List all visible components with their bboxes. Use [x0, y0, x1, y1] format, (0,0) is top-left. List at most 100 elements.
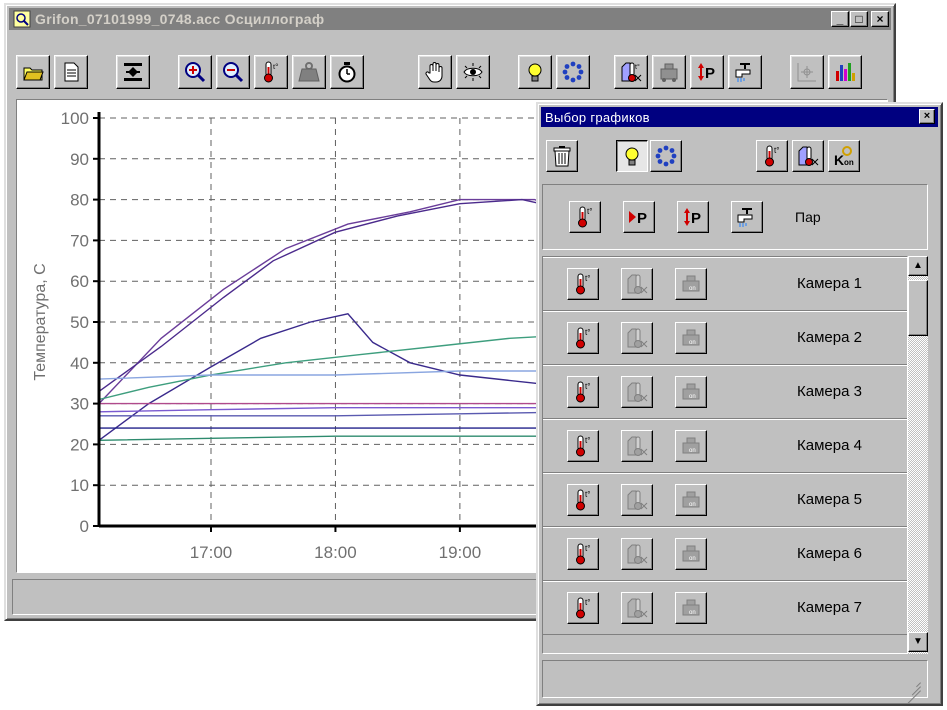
steam-valve-button[interactable]	[731, 201, 763, 233]
scroll-up-button[interactable]: ▲	[908, 256, 928, 276]
chamber-temp-disabled-button[interactable]	[621, 484, 653, 516]
chamber-temp-disabled-button[interactable]	[621, 268, 653, 300]
chamber-row-label: Камера 1	[797, 275, 862, 292]
zoom-in-button[interactable]	[178, 55, 212, 89]
svg-text:on: on	[689, 556, 696, 562]
steam-device-button[interactable]	[652, 55, 686, 89]
thermometer-icon: t°	[576, 489, 590, 511]
svg-text:on: on	[689, 610, 696, 616]
chamber-device-disabled-button[interactable]: on	[675, 268, 707, 300]
highlight-button[interactable]	[518, 55, 552, 89]
steam-device-icon: on	[682, 491, 700, 508]
crosshair-button[interactable]	[790, 55, 824, 89]
chamber-temperature-button[interactable]: t°	[567, 268, 599, 300]
temperature-button[interactable]: t°	[254, 55, 288, 89]
eye-icon	[463, 63, 483, 81]
chooser-highlight-button[interactable]	[616, 140, 648, 172]
steam-pressure-button[interactable]: P	[677, 201, 709, 233]
chamber-temp-button[interactable]: t°	[614, 55, 648, 89]
pressure-arrows-icon: P	[684, 208, 701, 227]
chamber-row-label: Камера 7	[797, 599, 862, 616]
scroll-thumb[interactable]	[908, 280, 928, 336]
svg-text:t°: t°	[585, 598, 590, 607]
chamber-temp-icon	[627, 274, 648, 294]
chamber-row[interactable]: t° on Камера 6	[543, 527, 907, 581]
thermometer-icon: t°	[576, 381, 590, 403]
open-button[interactable]	[16, 55, 50, 89]
cycle-button[interactable]	[556, 55, 590, 89]
chamber-row-label: Камера 6	[797, 545, 862, 562]
chamber-row[interactable]: t° on Камера 3	[543, 365, 907, 419]
chamber-row-label: Камера 3	[797, 383, 862, 400]
main-title-bar[interactable]: Grifon_07101999_0748.acc Осциллограф _ □…	[9, 8, 891, 30]
resize-grip-icon[interactable]	[907, 677, 921, 704]
chooser-title-text: Выбор графиков	[545, 110, 650, 125]
delete-button[interactable]	[546, 140, 578, 172]
pan-button[interactable]	[418, 55, 452, 89]
svg-text:on: on	[689, 502, 696, 508]
chamber-device-disabled-button[interactable]: on	[675, 592, 707, 624]
chooser-top-bar: t° Kon	[542, 132, 928, 180]
y-tick-label: 0	[80, 517, 89, 536]
zoom-out-icon	[223, 62, 244, 83]
chamber-device-disabled-button[interactable]: on	[675, 430, 707, 462]
chamber-device-disabled-button[interactable]: on	[675, 484, 707, 516]
app-oscillograph-icon	[13, 10, 31, 28]
chamber-device-disabled-button[interactable]: on	[675, 322, 707, 354]
chamber-temperature-button[interactable]: t°	[567, 430, 599, 462]
document-button[interactable]	[54, 55, 88, 89]
maximize-button[interactable]: □	[850, 11, 868, 27]
chamber-temperature-button[interactable]: t°	[567, 484, 599, 516]
y-tick-label: 100	[61, 109, 89, 128]
chamber-row[interactable]: t° on Камера 7	[543, 581, 907, 635]
valve-button[interactable]	[728, 55, 762, 89]
chamber-temperature-button[interactable]: t°	[567, 376, 599, 408]
thermometer-icon: t°	[576, 543, 590, 565]
chamber-temp-disabled-button[interactable]	[621, 592, 653, 624]
zoom-in-icon	[185, 62, 206, 83]
chamber-temperature-button[interactable]: t°	[567, 322, 599, 354]
chamber-temp-disabled-button[interactable]	[621, 322, 653, 354]
chamber-device-disabled-button[interactable]: on	[675, 538, 707, 570]
y-tick-label: 50	[70, 313, 89, 332]
fit-vertical-button[interactable]	[116, 55, 150, 89]
y-tick-label: 60	[70, 272, 89, 291]
minimize-button[interactable]: _	[831, 11, 849, 27]
bar-chart-icon	[836, 63, 855, 81]
chamber-row[interactable]: t° on Камера 4	[543, 419, 907, 473]
stopwatch-button[interactable]	[330, 55, 364, 89]
chamber-row[interactable]: t° on Камера 5	[543, 473, 907, 527]
chamber-temp-disabled-button[interactable]	[621, 376, 653, 408]
bulb-icon	[625, 147, 639, 166]
zoom-out-button[interactable]	[216, 55, 250, 89]
pressure-button[interactable]: P	[690, 55, 724, 89]
hand-icon	[425, 62, 443, 83]
chamber-temp-disabled-button[interactable]	[621, 430, 653, 462]
close-button[interactable]: ×	[871, 11, 889, 27]
bar-chart-button[interactable]	[828, 55, 862, 89]
chamber-device-disabled-button[interactable]: on	[675, 376, 707, 408]
chamber-temp-icon	[627, 382, 648, 402]
chamber-temp-icon	[627, 598, 648, 618]
steam-device-icon: on	[682, 275, 700, 292]
chamber-row[interactable]: t° on Камера 1	[543, 257, 907, 311]
chooser-kon-button[interactable]: Kon	[828, 140, 860, 172]
chooser-cycle-button[interactable]	[650, 140, 682, 172]
steam-temperature-button[interactable]: t°	[569, 201, 601, 233]
chamber-row[interactable]: t° on Камера 2	[543, 311, 907, 365]
chamber-temp-disabled-button[interactable]	[621, 538, 653, 570]
chamber-temp-icon: t°	[621, 62, 642, 82]
chooser-close-button[interactable]: ×	[919, 109, 935, 124]
chooser-temperature-button[interactable]: t°	[756, 140, 788, 172]
chamber-temperature-button[interactable]: t°	[567, 592, 599, 624]
chooser-chamber-temp-button[interactable]	[792, 140, 824, 172]
chooser-title-bar[interactable]: Выбор графиков ×	[541, 107, 938, 127]
chamber-temperature-button[interactable]: t°	[567, 538, 599, 570]
view-button[interactable]	[456, 55, 490, 89]
svg-text:on: on	[689, 340, 696, 346]
scroll-down-button[interactable]: ▼	[908, 632, 928, 652]
document-icon	[64, 62, 79, 82]
steam-pressure-play-button[interactable]: P	[623, 201, 655, 233]
weight-button[interactable]	[292, 55, 326, 89]
chamber-list-scrollbar[interactable]: ▲ ▼	[908, 256, 928, 654]
